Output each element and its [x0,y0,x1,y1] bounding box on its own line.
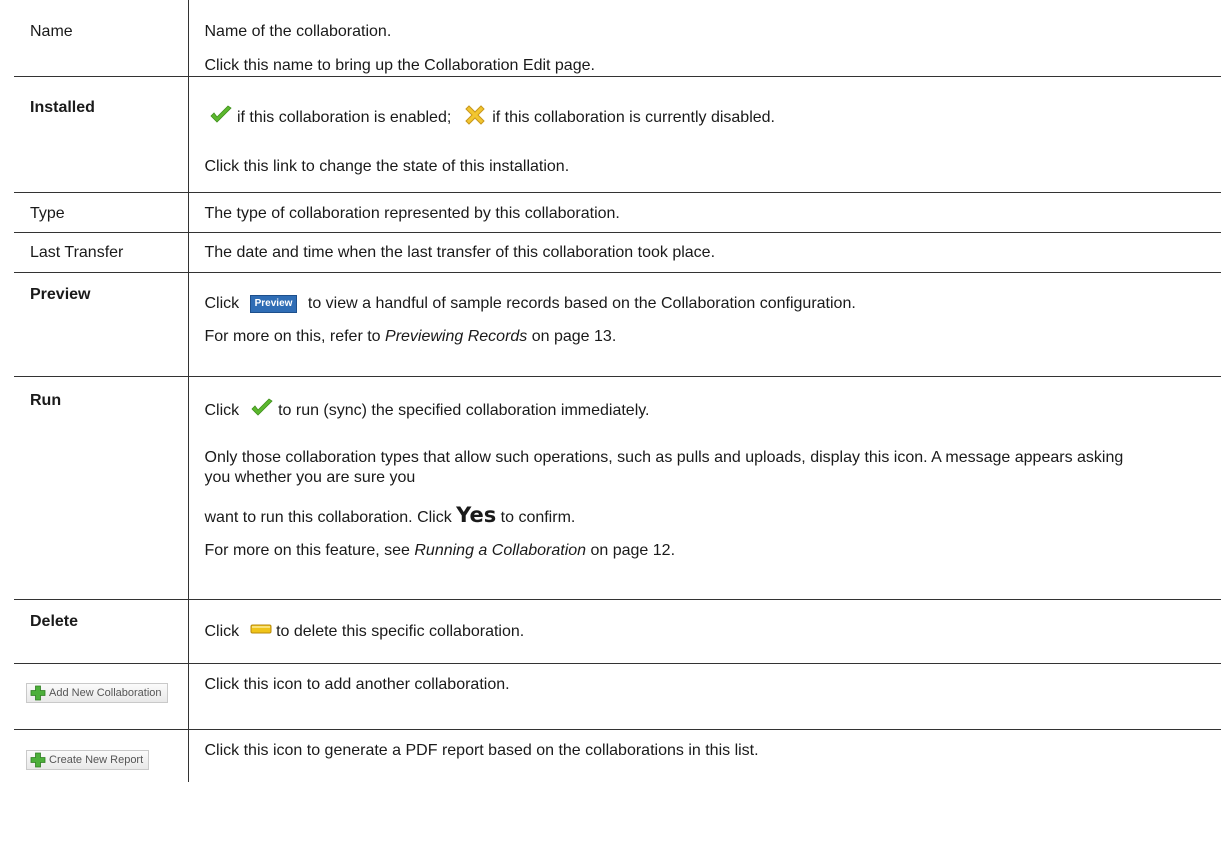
row-description-cell: Click this icon to generate a PDF report… [188,730,1221,782]
click-text: Click [204,623,240,641]
previewing-records-link[interactable]: Previewing Records [385,328,527,345]
enabled-text: if this collaboration is enabled; [232,109,452,127]
create-new-report-label: Create New Report [49,754,144,766]
ref-prefix-text: For more on this feature, see [204,542,415,559]
description-text: Click Preview to view a handful of sampl… [205,294,1212,314]
description-text: The date and time when the last transfer… [204,244,716,261]
row-label-cell: Delete [14,599,189,664]
click-text: Click [204,402,240,420]
table-row: Create New Report Click this icon to gen… [14,729,1221,782]
table-row: Type The type of collaboration represent… [14,192,1221,233]
row-label-cell: Last Transfer [14,232,189,273]
add-new-collaboration-button[interactable]: Add New Collaboration [26,683,168,703]
table-row: Delete Click to delete this specific col… [14,599,1221,664]
row-description-cell: The date and time when the last transfer… [188,232,1221,273]
confirm-prefix-text: want to run this collaboration. Click [204,509,457,526]
green-plus-icon [30,685,46,701]
row-label-cell: Run [14,376,189,600]
table-row: Last Transfer The date and time when the… [14,232,1221,273]
description-text: if this collaboration is enabled; if thi… [205,102,1212,134]
disabled-text: if this collaboration is currently disab… [487,109,775,127]
row-label-cell: Type [14,192,189,233]
description-text: Click to delete this specific collaborat… [205,622,1212,642]
add-new-collaboration-label: Add New Collaboration [49,687,162,699]
description-text: Click this icon to generate a PDF report… [204,742,759,759]
row-label-cell: Create New Report [14,729,189,782]
row-label-cell: Add New Collaboration [14,663,189,730]
row-description-cell: if this collaboration is enabled; if thi… [188,76,1221,193]
description-text: Click this icon to add another collabora… [204,676,510,693]
run-desc-text: to run (sync) the specified collaboratio… [273,402,650,420]
row-label: Run [30,392,62,409]
description-text: For more on this, refer to Previewing Re… [205,327,1212,347]
green-check-icon [209,105,233,131]
row-description-cell: Name of the collaboration. Click this na… [188,0,1221,77]
row-description-cell: The type of collaboration represented by… [188,192,1221,233]
table-row: Add New Collaboration Click this icon to… [14,663,1221,730]
confirm-suffix-text: to confirm. [496,509,576,526]
description-text: Click to run (sync) the specified collab… [205,398,1212,424]
description-text: Name of the collaboration. [204,23,392,40]
yellow-x-icon [462,102,488,134]
row-label: Type [30,205,65,222]
delete-desc-text: to delete this specific collaboration. [271,623,525,641]
yes-label: Yes [456,503,497,527]
preview-button[interactable]: Preview [249,294,298,313]
green-plus-icon [30,752,46,768]
description-text: want to run this collaboration. Click Ye… [205,505,1212,528]
description-text: Only those collaboration types that allo… [204,449,1124,486]
row-description-cell: Click to run (sync) the specified collab… [188,376,1221,600]
row-description-cell: Click to delete this specific collaborat… [188,599,1221,664]
preview-desc-text: to view a handful of sample records base… [307,295,856,312]
table-row: Run Click to run (sync) the specified co… [14,376,1221,600]
table-row: Installed if this collaboration is enabl… [14,76,1221,193]
row-label-cell: Preview [14,272,189,377]
ref-prefix-text: For more on this, refer to [204,328,386,345]
run-check-icon[interactable] [250,398,274,424]
description-text: Click this name to bring up the Collabor… [204,57,595,74]
row-description-cell: Click Preview to view a handful of sampl… [188,272,1221,377]
row-label-cell: Name [14,0,189,77]
row-label: Name [30,23,73,40]
minus-icon[interactable] [250,620,272,640]
description-text: The type of collaboration represented by… [204,205,620,222]
row-label-cell: Installed [14,76,189,193]
row-label: Last Transfer [30,244,124,261]
create-new-report-button[interactable]: Create New Report [26,750,150,770]
ref-suffix-text: on page 12. [586,542,676,559]
table-row: Preview Click Preview to view a handful … [14,272,1221,377]
running-collaboration-link[interactable]: Running a Collaboration [414,542,586,559]
description-text: Click this link to change the state of t… [204,158,570,175]
row-description-cell: Click this icon to add another collabora… [188,663,1221,730]
row-label: Preview [30,286,91,303]
click-text: Click [204,295,240,312]
table-row: Name Name of the collaboration. Click th… [14,0,1221,77]
field-description-table: Name Name of the collaboration. Click th… [14,0,1221,782]
ref-suffix-text: on page 13. [527,328,617,345]
description-text: For more on this feature, see Running a … [205,541,1212,561]
row-label: Delete [30,613,79,630]
row-label: Installed [30,99,95,116]
